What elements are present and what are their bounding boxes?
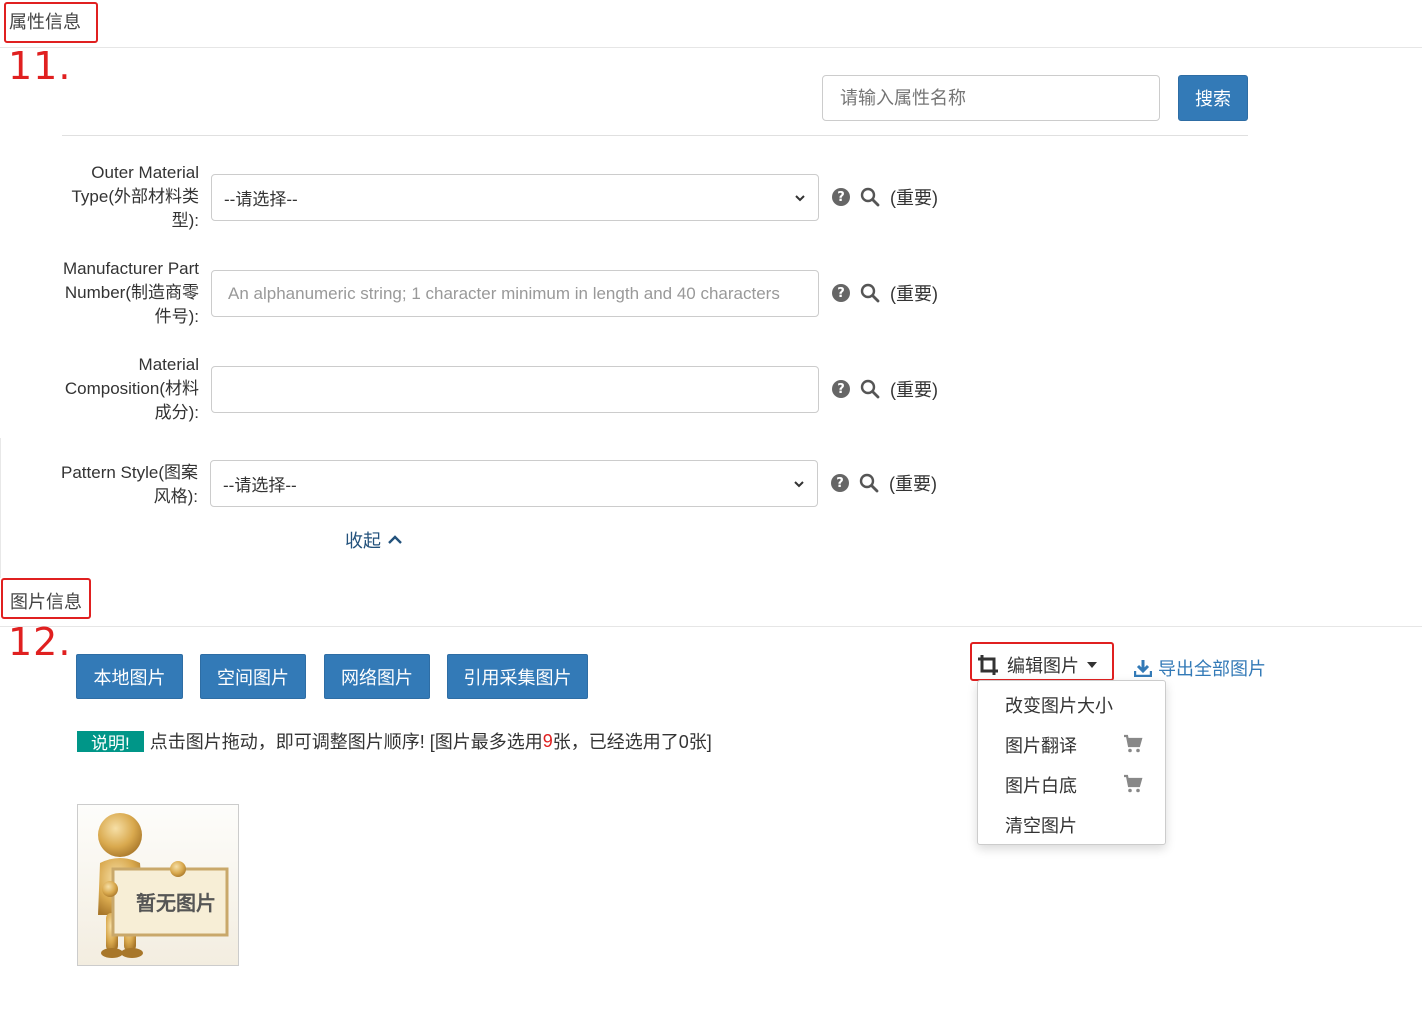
no-image-illustration <box>98 813 229 958</box>
important-label: (重要) <box>890 284 938 304</box>
important-label: (重要) <box>890 188 938 208</box>
left-edge-line <box>0 438 1 578</box>
field-tools-pattern-style: ? (重要) <box>831 470 937 496</box>
step-number-11: 11. <box>8 44 72 88</box>
search-icon[interactable] <box>860 379 880 399</box>
search-icon[interactable] <box>859 473 879 493</box>
export-all-images-link[interactable]: 导出全部图片 <box>1134 655 1266 681</box>
menu-item-clear-images[interactable]: 清空图片 <box>1005 812 1077 838</box>
space-image-button[interactable]: 空间图片 <box>200 654 306 699</box>
note-max-count: 9 <box>542 730 553 751</box>
field-tools-part-number: ? (重要) <box>832 280 938 306</box>
cart-icon <box>1124 734 1143 753</box>
help-icon[interactable]: ? <box>832 380 850 398</box>
download-icon <box>1134 660 1152 677</box>
field-label-material-composition: Material Composition(材料成分): <box>64 355 199 422</box>
crop-icon <box>978 655 998 675</box>
image-section-divider <box>0 626 1422 627</box>
annotation-box-attr <box>4 2 98 43</box>
part-number-placeholder: An alphanumeric string; 1 character mini… <box>228 283 780 303</box>
no-image-thumbnail[interactable]: 暂无图片 <box>77 804 239 966</box>
search-icon[interactable] <box>860 187 880 207</box>
chevron-down-icon <box>794 480 804 487</box>
search-divider <box>62 135 1248 136</box>
search-icon[interactable] <box>860 283 880 303</box>
menu-item-resize[interactable]: 改变图片大小 <box>1005 692 1113 718</box>
collected-image-button[interactable]: 引用采集图片 <box>447 654 588 699</box>
outer-material-select[interactable]: --请选择-- <box>211 174 819 221</box>
pattern-style-select[interactable]: --请选择-- <box>210 460 818 507</box>
field-tools-material-composition: ? (重要) <box>832 376 938 402</box>
help-icon[interactable]: ? <box>832 188 850 206</box>
outer-material-select-value: --请选择-- <box>224 190 298 209</box>
material-composition-input[interactable] <box>211 366 819 413</box>
export-all-images-label: 导出全部图片 <box>1158 659 1266 679</box>
important-label: (重要) <box>890 380 938 400</box>
edit-image-label: 编辑图片 <box>1007 656 1079 676</box>
collapse-link[interactable]: 收起 <box>345 527 403 553</box>
important-label: (重要) <box>889 474 937 494</box>
help-icon[interactable]: ? <box>831 474 849 492</box>
step-number-12: 12. <box>8 620 72 664</box>
field-label-outer-material: Outer Material Type(外部材料类型): <box>71 163 199 230</box>
pattern-style-select-value: --请选择-- <box>223 476 297 495</box>
note-text-part2: 张，已经选用了0张] <box>552 732 712 752</box>
note-badge: 说明! <box>77 730 144 753</box>
chevron-up-icon <box>388 535 402 544</box>
attr-search-input[interactable] <box>822 75 1160 121</box>
chevron-down-icon <box>795 194 805 201</box>
local-image-button[interactable]: 本地图片 <box>76 654 183 699</box>
annotation-box-image <box>1 578 91 619</box>
edit-image-menu: 改变图片大小 图片翻译 图片白底 清空图片 <box>977 680 1166 845</box>
edit-image-dropdown-button[interactable]: 编辑图片 <box>977 652 1097 678</box>
cart-icon <box>1124 774 1143 793</box>
part-number-input[interactable]: An alphanumeric string; 1 character mini… <box>211 270 819 317</box>
note-text-part1: 点击图片拖动，即可调整图片顺序! [图片最多选用 <box>149 732 543 752</box>
menu-item-translate[interactable]: 图片翻译 <box>1005 732 1077 758</box>
help-icon[interactable]: ? <box>832 284 850 302</box>
caret-down-icon <box>1087 662 1097 668</box>
no-image-text: 暂无图片 <box>136 893 216 915</box>
image-note: 说明! 点击图片拖动，即可调整图片顺序! [图片最多选用 9 张，已经选用了0张… <box>77 728 712 754</box>
field-tools-outer-material: ? (重要) <box>832 184 938 210</box>
network-image-button[interactable]: 网络图片 <box>324 654 430 699</box>
attr-search-button[interactable]: 搜索 <box>1178 75 1248 121</box>
field-label-pattern-style: Pattern Style(图案风格): <box>61 463 198 506</box>
attr-section-divider <box>0 47 1422 48</box>
menu-item-white-background[interactable]: 图片白底 <box>1005 772 1077 798</box>
field-label-part-number: Manufacturer Part Number(制造商零件号): <box>62 259 199 326</box>
collapse-label: 收起 <box>345 531 381 551</box>
